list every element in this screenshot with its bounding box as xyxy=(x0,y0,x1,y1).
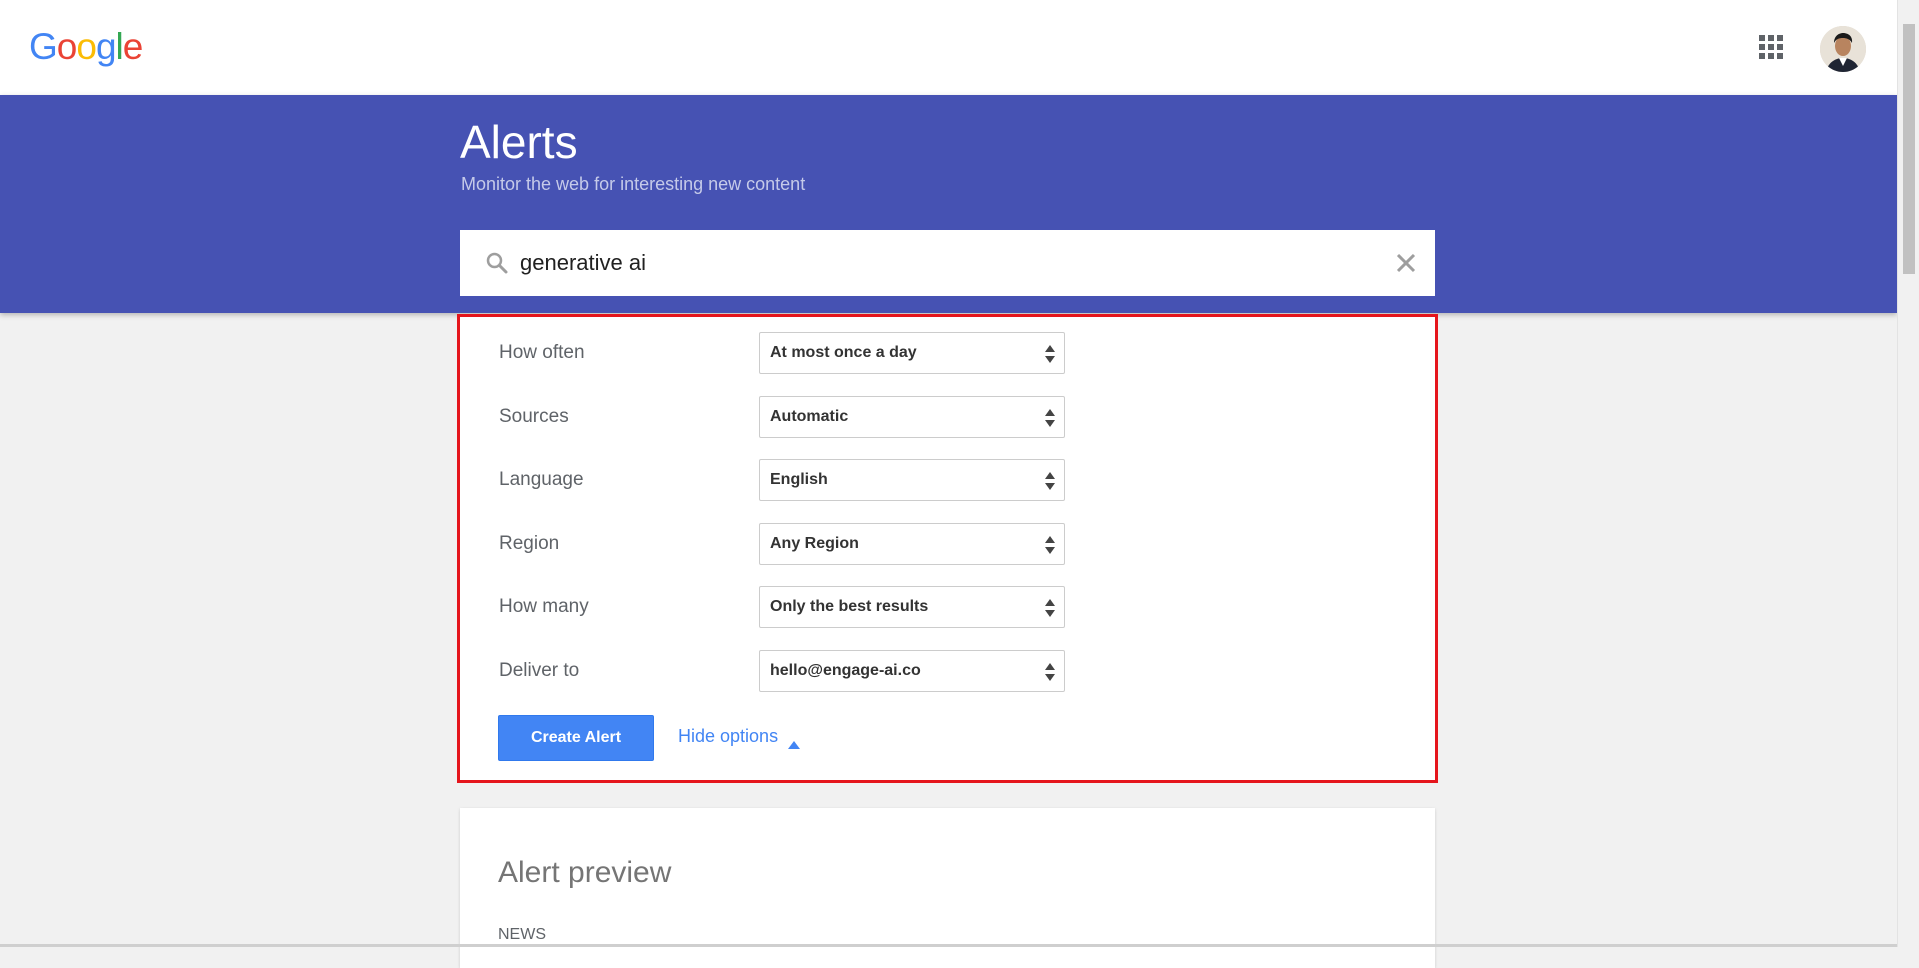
option-label: How many xyxy=(499,596,589,617)
option-label: Deliver to xyxy=(499,660,580,681)
logo-letter: o xyxy=(56,26,78,67)
search-box xyxy=(460,230,1435,296)
language-select[interactable]: English xyxy=(759,459,1065,501)
option-label: Language xyxy=(499,469,584,490)
sort-arrows-icon xyxy=(1044,408,1056,428)
select-value: Any Region xyxy=(770,535,859,552)
sort-arrows-icon xyxy=(1044,535,1056,555)
option-row-how-many: How many Only the best results xyxy=(460,586,1435,628)
preview-section-heading: NEWS xyxy=(498,926,546,943)
caret-up-icon xyxy=(788,733,801,749)
option-row-language: Language English xyxy=(460,459,1435,501)
select-value: Only the best results xyxy=(770,598,929,615)
alert-options-panel: How often At most once a day Sources Aut… xyxy=(460,317,1435,780)
logo-letter: o xyxy=(76,26,97,67)
sources-select[interactable]: Automatic xyxy=(759,396,1065,438)
sort-arrows-icon xyxy=(1044,471,1056,491)
sort-arrows-icon xyxy=(1044,598,1056,618)
search-icon xyxy=(485,251,509,275)
header-band: Alerts Monitor the web for interesting n… xyxy=(0,95,1897,313)
search-input[interactable] xyxy=(520,244,1380,282)
option-row-sources: Sources Automatic xyxy=(460,396,1435,438)
hide-options-label: Hide options xyxy=(678,726,779,746)
region-select[interactable]: Any Region xyxy=(759,523,1065,565)
apps-grid-icon[interactable] xyxy=(1758,34,1784,60)
page-title: Alerts xyxy=(460,116,578,168)
select-value: At most once a day xyxy=(770,344,917,361)
option-label: Region xyxy=(499,533,560,554)
page-subtitle: Monitor the web for interesting new cont… xyxy=(461,174,806,194)
select-value: Automatic xyxy=(770,408,849,425)
google-logo[interactable]: Google xyxy=(29,26,144,68)
deliver-to-select[interactable]: hello@engage-ai.co xyxy=(759,650,1065,692)
logo-letter: G xyxy=(29,26,58,67)
option-label: How often xyxy=(499,342,585,363)
preview-title: Alert preview xyxy=(498,856,672,889)
how-many-select[interactable]: Only the best results xyxy=(759,586,1065,628)
vertical-scrollbar[interactable] xyxy=(1897,0,1919,947)
top-bar: Google xyxy=(0,0,1897,95)
logo-letter: g xyxy=(95,26,117,67)
account-avatar[interactable] xyxy=(1820,26,1866,72)
option-row-deliver-to: Deliver to hello@engage-ai.co xyxy=(460,650,1435,692)
close-icon[interactable] xyxy=(1395,252,1417,274)
sort-arrows-icon xyxy=(1044,662,1056,682)
hide-options-link[interactable]: Hide options xyxy=(678,726,801,749)
create-alert-button[interactable]: Create Alert xyxy=(498,715,654,761)
select-value: English xyxy=(770,471,828,488)
select-value: hello@engage-ai.co xyxy=(770,662,921,679)
option-label: Sources xyxy=(499,406,569,427)
how-often-select[interactable]: At most once a day xyxy=(759,332,1065,374)
sort-arrows-icon xyxy=(1044,344,1056,364)
logo-letter: e xyxy=(122,26,144,67)
scrollbar-thumb[interactable] xyxy=(1903,24,1915,274)
logo-letter: l xyxy=(115,26,124,67)
option-row-how-often: How often At most once a day xyxy=(460,332,1435,374)
option-row-region: Region Any Region xyxy=(460,523,1435,565)
